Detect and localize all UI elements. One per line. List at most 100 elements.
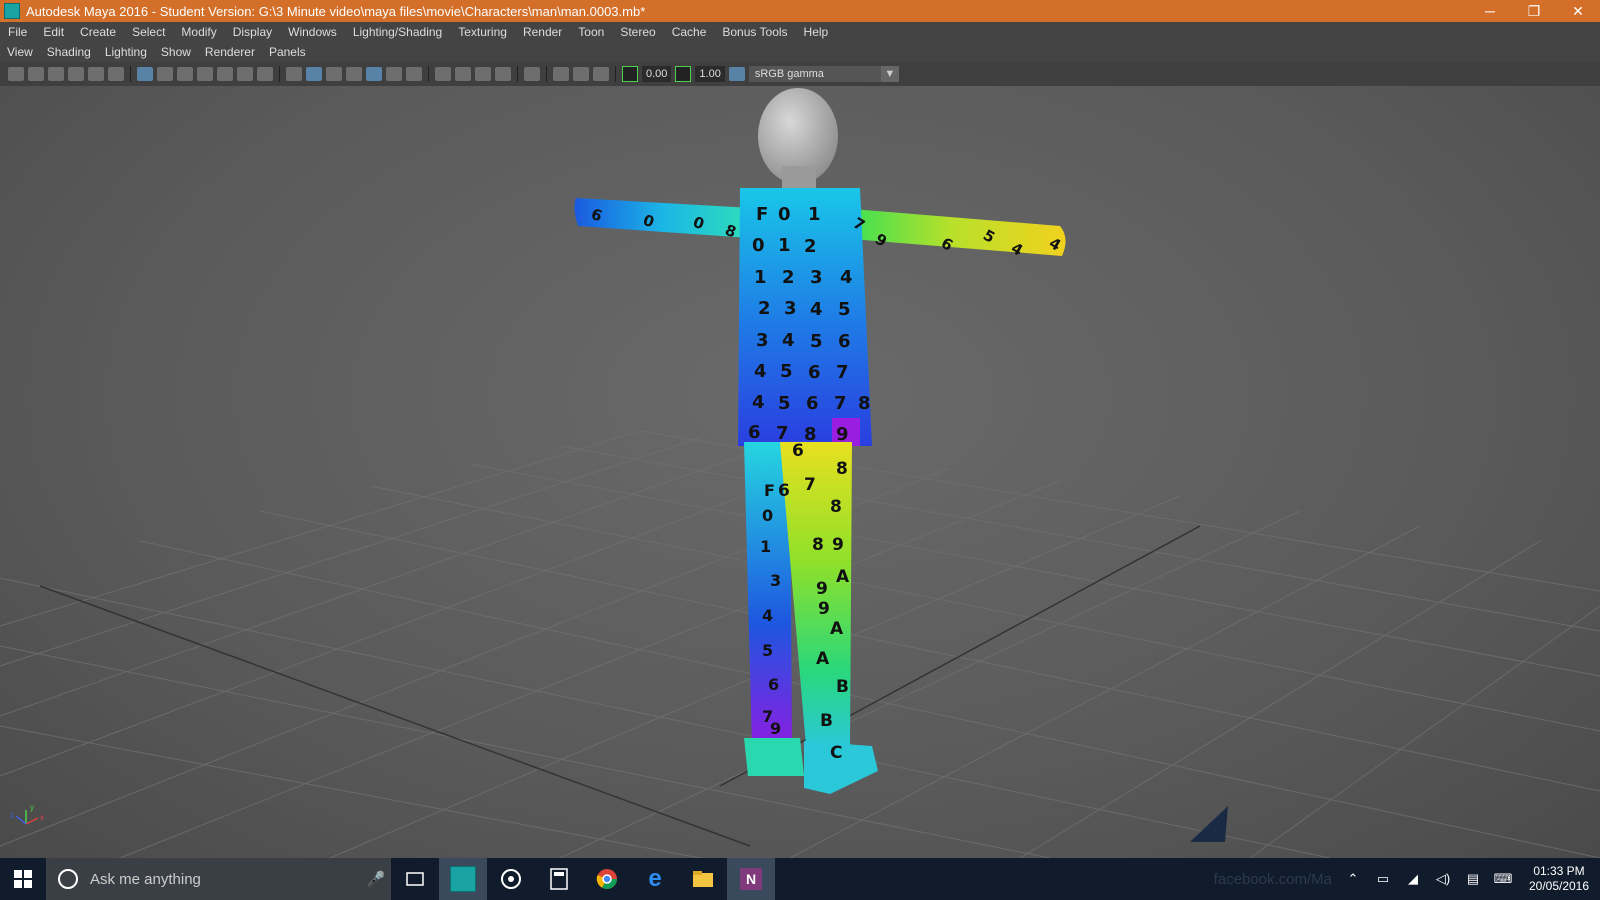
menu-lighting-shading[interactable]: Lighting/Shading [345, 25, 450, 39]
xray-joints-icon[interactable] [573, 67, 589, 81]
panel-menu-lighting[interactable]: Lighting [98, 45, 154, 59]
color-management-icon[interactable] [728, 67, 745, 81]
wireframe-icon[interactable] [286, 67, 302, 81]
menu-windows[interactable]: Windows [280, 25, 345, 39]
toolbar-separator [546, 66, 547, 82]
uv-label: 2 [804, 236, 817, 257]
panel-menu-renderer[interactable]: Renderer [198, 45, 262, 59]
viewport-3d[interactable]: F010121234234534564567456786789 6008 796… [0, 86, 1600, 858]
menu-stereo[interactable]: Stereo [612, 25, 663, 39]
clock[interactable]: 01:33 PM 20/05/2016 [1518, 864, 1600, 894]
edge-icon[interactable]: e [631, 858, 679, 900]
show-hidden-icons-icon[interactable]: ⌃ [1338, 871, 1368, 887]
camera-select-icon[interactable] [8, 67, 24, 81]
light-locator [1190, 806, 1228, 842]
film-gate-icon[interactable] [157, 67, 173, 81]
file-explorer-icon[interactable] [679, 858, 727, 900]
uv-label: 7 [776, 423, 789, 444]
xray-icon[interactable] [553, 67, 569, 81]
xray-components-icon[interactable] [593, 67, 609, 81]
menu-render[interactable]: Render [515, 25, 570, 39]
close-button[interactable]: ✕ [1556, 0, 1600, 22]
character-left-foot [744, 738, 804, 776]
panel-menu-shading[interactable]: Shading [40, 45, 98, 59]
image-plane-icon[interactable] [68, 67, 84, 81]
menu-display[interactable]: Display [225, 25, 280, 39]
task-view-icon[interactable] [391, 858, 439, 900]
wifi-icon[interactable]: ◢ [1398, 871, 1428, 887]
character-neck [782, 166, 816, 188]
menu-edit[interactable]: Edit [35, 25, 72, 39]
gamma-icon[interactable] [675, 66, 692, 82]
menu-select[interactable]: Select [124, 25, 173, 39]
shadows-icon[interactable] [406, 67, 422, 81]
screen-space-ao-icon[interactable] [435, 67, 451, 81]
menu-file[interactable]: File [0, 25, 35, 39]
bookmark-icon[interactable] [48, 67, 64, 81]
panel-menu-show[interactable]: Show [154, 45, 198, 59]
anti-aliasing-icon[interactable] [475, 67, 491, 81]
uv-label: 9 [818, 599, 830, 619]
minimize-button[interactable]: ─ [1468, 0, 1512, 22]
uv-label: 4 [762, 606, 773, 625]
panel-menu-panels[interactable]: Panels [262, 45, 313, 59]
toolbar-separator [279, 66, 280, 82]
uv-label: 3 [756, 330, 769, 351]
calculator-icon[interactable] [535, 858, 583, 900]
uv-label: A [836, 567, 850, 587]
isolate-select-icon[interactable] [524, 67, 540, 81]
cortana-search-box[interactable]: Ask me anything 🎤 [46, 858, 391, 900]
resolution-gate-icon[interactable] [177, 67, 193, 81]
smooth-shade-icon[interactable] [306, 67, 322, 81]
microphone-icon[interactable]: 🎤 [361, 870, 391, 888]
camera-attributes-icon[interactable] [28, 67, 44, 81]
uv-label: 8 [836, 459, 848, 479]
exposure-field[interactable]: 0.00 [642, 66, 672, 82]
menu-toon[interactable]: Toon [570, 25, 612, 39]
battery-icon[interactable]: ▭ [1368, 871, 1398, 887]
gamma-field[interactable]: 1.00 [695, 66, 725, 82]
watermark-text: facebook.com/Ma [1213, 870, 1332, 888]
axis-gizmo: y x z [10, 803, 44, 825]
uv-label: 8 [830, 497, 842, 517]
menu-help[interactable]: Help [796, 25, 837, 39]
uv-label: 6 [768, 675, 779, 694]
depth-of-field-icon[interactable] [495, 67, 511, 81]
2d-pan-zoom-icon[interactable] [88, 67, 104, 81]
grid-icon[interactable] [137, 67, 153, 81]
chrome-icon[interactable] [583, 858, 631, 900]
restore-button[interactable]: ❐ [1512, 0, 1556, 22]
motion-blur-icon[interactable] [455, 67, 471, 81]
onenote-icon[interactable]: N [727, 858, 775, 900]
menu-texturing[interactable]: Texturing [450, 25, 515, 39]
media-player-icon[interactable] [487, 858, 535, 900]
uv-label: 6 [808, 362, 821, 383]
gate-mask-icon[interactable] [197, 67, 213, 81]
uv-label: 4 [810, 299, 823, 320]
grease-pencil-icon[interactable] [108, 67, 124, 81]
menu-modify[interactable]: Modify [173, 25, 224, 39]
uv-label: 0 [778, 204, 791, 225]
field-chart-icon[interactable] [217, 67, 233, 81]
wireframe-on-shaded-icon[interactable] [346, 67, 362, 81]
uv-label: 7 [836, 362, 849, 383]
uv-label: 6 [838, 331, 851, 352]
keyboard-icon[interactable]: ⌨ [1488, 871, 1518, 887]
maya-taskbar-icon[interactable] [439, 858, 487, 900]
action-center-icon[interactable]: ▤ [1458, 871, 1488, 887]
safe-action-icon[interactable] [237, 67, 253, 81]
menu-create[interactable]: Create [72, 25, 124, 39]
safe-title-icon[interactable] [257, 67, 273, 81]
use-all-lights-icon[interactable] [386, 67, 402, 81]
default-material-icon[interactable] [326, 67, 342, 81]
color-space-dropdown[interactable]: sRGB gamma ▼ [748, 66, 899, 82]
start-button[interactable] [0, 858, 46, 900]
cortana-icon [58, 869, 78, 889]
menu-cache[interactable]: Cache [664, 25, 715, 39]
textured-icon[interactable] [366, 67, 382, 81]
panel-menu-view[interactable]: View [0, 45, 40, 59]
volume-icon[interactable]: ◁) [1428, 871, 1458, 887]
menu-bonus-tools[interactable]: Bonus Tools [714, 25, 795, 39]
maya-app-icon[interactable] [4, 3, 20, 19]
exposure-icon[interactable] [622, 66, 638, 82]
